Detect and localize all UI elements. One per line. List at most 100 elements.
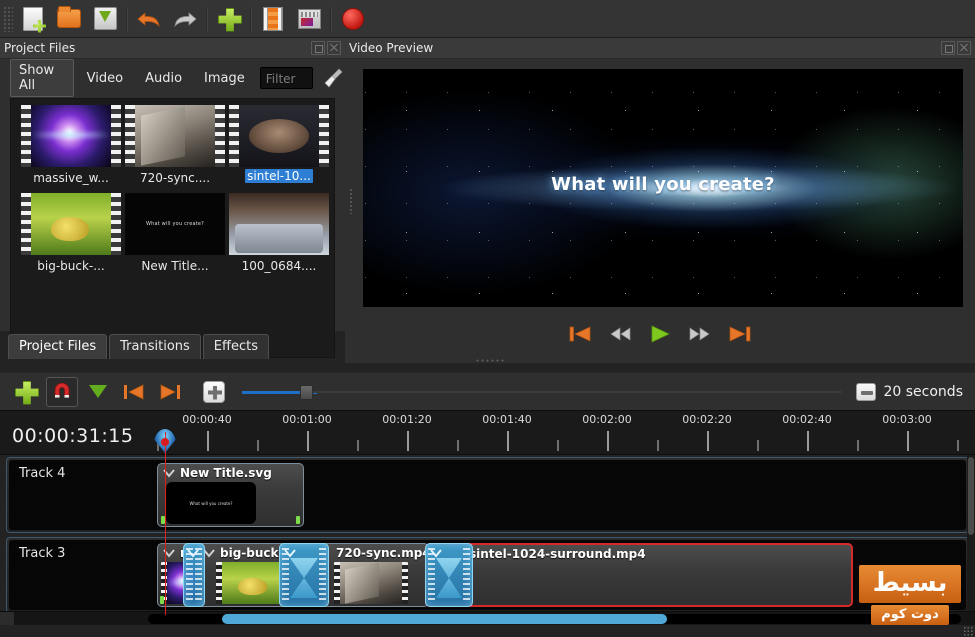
close-icon[interactable] [957,41,971,55]
film-strip-icon [263,6,283,31]
filter-image-button[interactable]: Image [195,67,254,90]
ruler-tick-minor [457,440,459,451]
playhead-timecode: 00:00:31:15 [12,425,134,447]
timeline-transition-2[interactable] [279,543,329,607]
timeline-clip-new-title[interactable]: New Title.svg What will you create? [157,463,304,527]
new-project-button[interactable] [17,3,49,35]
filter-search-input[interactable]: Filter [259,67,313,89]
playhead-line[interactable] [165,432,166,615]
timeline-clip-sintel[interactable]: sintel-1024-surround.mp4 [425,543,853,607]
undo-button[interactable] [133,3,165,35]
timeline-horizontal-scrollbar[interactable] [0,611,975,626]
file-item-720sync[interactable]: 720-sync.... [125,105,225,186]
chevron-down-icon[interactable] [283,547,297,559]
add-marker-button[interactable] [198,377,230,407]
track-row-track-3[interactable]: Track 3 m big-buck- [6,537,969,613]
ruler-tick-major [307,431,309,451]
timeline-transition-1[interactable] [183,543,205,607]
open-project-button[interactable] [53,3,85,35]
file-thumbnail[interactable] [21,193,121,255]
film-sprocket-left-icon [21,105,31,167]
tab-transitions[interactable]: Transitions [109,334,201,359]
skip-end-icon[interactable] [728,324,752,344]
record-button[interactable] [337,3,369,35]
chevron-down-icon[interactable] [429,547,443,559]
export-video-button[interactable] [257,3,289,35]
file-thumbnail[interactable]: What will you create? [125,193,225,255]
filter-video-button[interactable]: Video [78,67,132,90]
ruler-tick-major [507,431,509,451]
green-plus-icon [15,381,37,403]
track-row-track-4[interactable]: Track 4 New Title.svg What will you crea… [6,457,969,533]
ruler-tick-major [807,431,809,451]
watermark: بسيط دوت كوم [851,565,969,625]
tab-project-files[interactable]: Project Files [8,334,108,359]
ruler-tick-minor [557,440,559,451]
add-track-button[interactable] [10,377,42,407]
window-resize-grip[interactable] [963,626,973,636]
file-thumbnail[interactable] [125,105,225,167]
vertical-scrollbar-thumb[interactable] [968,457,974,535]
timeline-tracks-area[interactable]: Track 4 New Title.svg What will you crea… [0,455,975,615]
filter-audio-button[interactable]: Audio [136,67,191,90]
project-files-dock-title: Project Files [0,38,345,59]
file-item-sintel[interactable]: sintel-10... [229,105,329,187]
status-bar [0,625,975,637]
play-icon[interactable] [648,324,672,344]
vertical-splitter-handle[interactable] [349,188,354,214]
file-thumbnail[interactable] [21,105,121,167]
timeline-transition-3[interactable] [425,543,473,607]
tab-effects[interactable]: Effects [202,334,269,359]
timeline-ruler[interactable]: 00:00:31:15 00:00:40 00:01:00 00:01:20 00:0… [0,410,975,455]
filter-show-all-button[interactable]: Show All [10,59,74,97]
fade-out-anchor[interactable] [296,516,300,524]
clip-thumbnail-art [340,562,402,604]
file-item-100-0684[interactable]: 100_0684.... [229,193,329,274]
redo-button[interactable] [169,3,201,35]
zoom-slider-handle[interactable] [300,384,313,400]
clip-title-label: sintel-1024-surround.mp4 [469,547,646,561]
rewind-icon[interactable] [608,324,632,344]
ruler-tick-major [407,431,409,451]
green-triangle-icon [89,385,107,398]
title-editor-button[interactable] [293,3,325,35]
file-label: 100_0684.... [241,259,317,273]
fade-in-anchor[interactable] [160,596,164,604]
save-project-button[interactable] [89,3,121,35]
file-item-bigbuck[interactable]: big-buck-... [21,193,121,274]
zoom-slider-track-remainder [302,390,842,393]
ruler-tick-minor [857,440,859,451]
preview-overlay-text: What will you create? [551,173,775,195]
scroll-left-arrow-icon[interactable] [0,612,14,626]
horizontal-scrollbar-thumb[interactable] [222,614,667,624]
project-files-grid[interactable]: massive_w... 720-sync.... sintel-10... b… [10,98,335,358]
fast-forward-icon[interactable] [688,324,712,344]
file-item-new-title[interactable]: What will you create? New Title... [125,193,225,274]
previous-marker-button[interactable] [118,377,150,407]
snapping-toggle-button[interactable] [46,376,78,407]
toolbar-drag-handle[interactable] [3,5,13,32]
redo-arrow-icon [172,9,198,29]
next-marker-button[interactable] [154,377,186,407]
timeline-zoom-slider[interactable] [242,381,842,403]
broom-icon[interactable] [323,67,345,89]
razor-filter-button[interactable] [82,377,114,407]
skip-start-icon[interactable] [568,324,592,344]
file-thumbnail[interactable] [229,105,329,167]
file-label: 720-sync.... [139,171,211,185]
file-thumbnail[interactable] [229,193,329,255]
film-sprocket-right-icon [111,105,121,167]
duration-icon [855,382,876,401]
close-icon[interactable] [327,41,341,55]
file-item-massive[interactable]: massive_w... [21,105,121,186]
project-files-title-label: Project Files [4,41,76,55]
horizontal-splitter-handle[interactable] [475,358,505,364]
ruler-tick-minor [357,440,359,451]
float-icon[interactable] [941,41,955,55]
ruler-tick-label: 00:01:40 [482,413,532,426]
video-preview-stage[interactable]: What will you create? [363,69,963,307]
import-files-button[interactable] [213,3,245,35]
chevron-down-icon[interactable] [186,547,200,559]
red-record-icon [342,7,364,30]
float-icon[interactable] [311,41,325,55]
